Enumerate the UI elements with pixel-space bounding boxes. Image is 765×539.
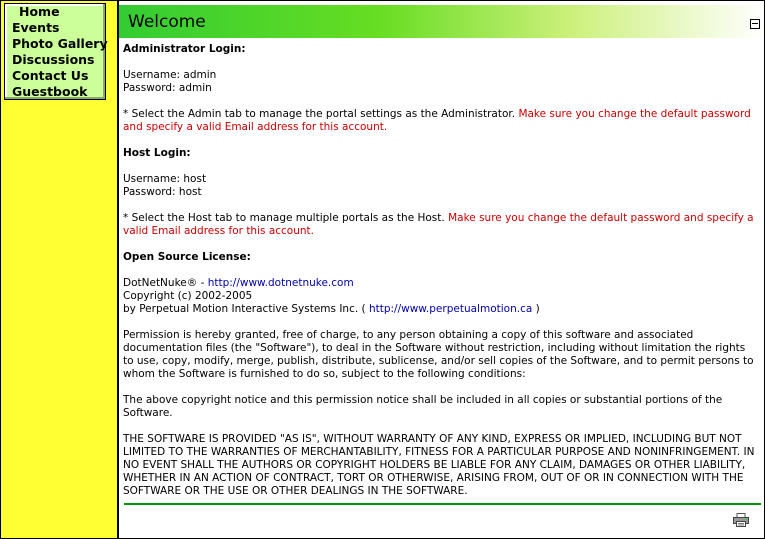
module-body: Administrator Login: Username: admin Pas…: [123, 43, 759, 511]
nav-item-discussions[interactable]: Discussions: [5, 52, 105, 68]
product-name: DotNetNuke® -: [123, 277, 208, 289]
nav-item-photo-gallery[interactable]: Photo Gallery: [5, 36, 108, 52]
admin-note: * Select the Admin tab to manage the por…: [123, 108, 759, 134]
nav-menu: Home Events Photo Gallery Discussions Co…: [4, 3, 108, 100]
nav-item-contact-us[interactable]: Contact Us: [5, 68, 105, 84]
host-password: Password: host: [123, 186, 202, 198]
admin-login-heading: Administrator Login:: [123, 43, 246, 55]
by-suffix: ): [532, 303, 540, 315]
notice-text: The above copyright notice and this perm…: [123, 394, 723, 419]
module-title-bar: Welcome: [119, 5, 764, 38]
printer-icon[interactable]: [733, 513, 749, 527]
nav-item-guestbook[interactable]: Guestbook: [5, 84, 105, 100]
sidebar: Home Events Photo Gallery Discussions Co…: [1, 1, 119, 538]
admin-credentials: Username: admin Password: admin: [123, 69, 759, 95]
nav-item-events[interactable]: Events: [5, 20, 105, 36]
page-frame: Home Events Photo Gallery Discussions Co…: [0, 0, 765, 539]
warranty-text: THE SOFTWARE IS PROVIDED "AS IS", WITHOU…: [123, 433, 755, 497]
dotnetnuke-link[interactable]: http://www.dotnetnuke.com: [208, 277, 354, 289]
module-divider: [124, 503, 761, 505]
perpetualmotion-link[interactable]: http://www.perpetualmotion.ca: [369, 303, 532, 315]
admin-password: Password: admin: [123, 82, 212, 94]
license-credits: DotNetNuke® - http://www.dotnetnuke.com …: [123, 277, 759, 316]
host-credentials: Username: host Password: host: [123, 173, 759, 199]
host-login-heading: Host Login:: [123, 147, 191, 159]
welcome-module: Welcome Administrator Login: Username: a…: [119, 1, 764, 538]
admin-username: Username: admin: [123, 69, 217, 81]
nav-item-home[interactable]: Home: [5, 4, 105, 20]
host-username: Username: host: [123, 173, 207, 185]
host-note: * Select the Host tab to manage multiple…: [123, 212, 759, 238]
permission-text: Permission is hereby granted, free of ch…: [123, 329, 754, 380]
copyright-text: Copyright (c) 2002-2005: [123, 290, 253, 302]
minimize-icon[interactable]: [750, 19, 760, 29]
host-note-text: * Select the Host tab to manage multiple…: [123, 212, 449, 224]
module-title: Welcome: [128, 12, 206, 32]
by-text: by Perpetual Motion Interactive Systems …: [123, 303, 369, 315]
license-heading: Open Source License:: [123, 251, 251, 263]
admin-note-text: * Select the Admin tab to manage the por…: [123, 108, 519, 120]
